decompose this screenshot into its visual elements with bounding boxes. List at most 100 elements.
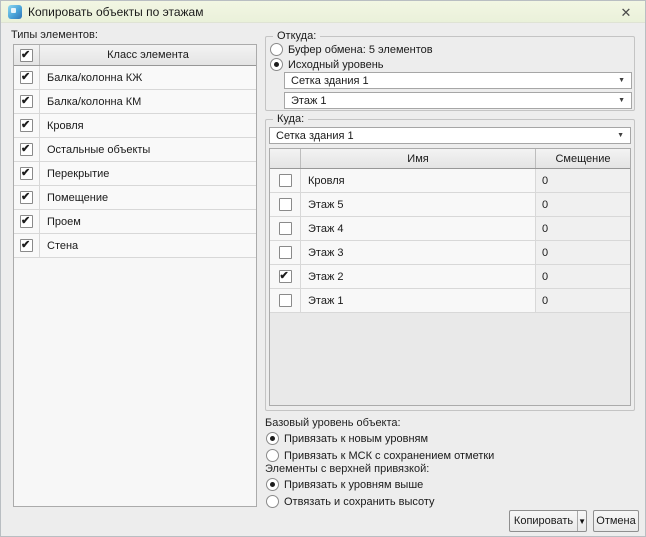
level-name: Этаж 1 <box>301 289 536 312</box>
element-type-label: Перекрытие <box>47 167 110 180</box>
class-column-header: Класс элемента <box>107 49 189 61</box>
element-type-row[interactable]: Стена <box>14 234 256 258</box>
row-checkbox[interactable] <box>270 265 301 288</box>
checkbox-icon <box>20 118 33 132</box>
row-checkbox[interactable] <box>14 210 40 233</box>
from-group-label: Откуда: <box>273 30 321 42</box>
element-type-row[interactable]: Перекрытие <box>14 162 256 186</box>
row-checkbox[interactable] <box>14 66 40 89</box>
row-checkbox[interactable] <box>14 234 40 257</box>
row-checkbox[interactable] <box>270 289 301 312</box>
chevron-down-icon: ▼ <box>617 132 624 139</box>
checkbox-icon <box>278 269 292 283</box>
checkbox-icon <box>20 214 33 228</box>
to-group: Куда: Сетка здания 1 ▼ Имя Смещение Кров… <box>265 113 635 411</box>
copy-button-label: Копировать <box>513 515 574 527</box>
radio-icon <box>270 58 283 71</box>
element-type-label: Балка/колонна КМ <box>47 95 142 108</box>
checkbox-icon <box>20 48 33 62</box>
table-empty-area <box>270 313 630 405</box>
element-type-label: Остальные объекты <box>47 143 151 156</box>
element-types-label: Типы элементов: <box>11 29 98 41</box>
row-checkbox[interactable] <box>14 90 40 113</box>
element-types-table-header: Класс элемента <box>14 45 256 66</box>
checkbox-icon <box>20 166 33 180</box>
target-level-row[interactable]: Этаж 5 0 <box>270 193 630 217</box>
level-name: Этаж 4 <box>301 217 536 240</box>
checkbox-column-header <box>270 149 301 168</box>
level-offset[interactable]: 0 <box>536 217 630 240</box>
close-button[interactable]: ✕ <box>607 1 645 23</box>
level-name: Этаж 5 <box>301 193 536 216</box>
element-type-row[interactable]: Балка/колонна КЖ <box>14 66 256 90</box>
source-grid-value: Сетка здания 1 <box>291 74 369 87</box>
title-bar: Копировать объекты по этажам ✕ <box>1 1 645 23</box>
level-offset[interactable]: 0 <box>536 169 630 192</box>
radio-unbind-keep-height[interactable]: Отвязать и сохранить высоту <box>266 494 435 509</box>
cancel-button-label: Отмена <box>596 515 636 527</box>
source-grid-select[interactable]: Сетка здания 1 ▼ <box>284 72 632 89</box>
element-types-table: Класс элемента Балка/колонна КЖ Балка/ко… <box>13 44 257 507</box>
element-type-row[interactable]: Помещение <box>14 186 256 210</box>
radio-bind-new-levels[interactable]: Привязать к новым уровням <box>266 431 428 446</box>
level-name: Этаж 3 <box>301 241 536 264</box>
element-type-row[interactable]: Проем <box>14 210 256 234</box>
level-name: Этаж 2 <box>301 265 536 288</box>
target-levels-table-header: Имя Смещение <box>270 149 630 169</box>
radio-label: Привязать к МСК с сохранением отметки <box>284 449 495 462</box>
top-binding-label: Элементы с верхней привязкой: <box>265 463 430 475</box>
row-checkbox[interactable] <box>14 162 40 185</box>
from-group: Откуда: Буфер обмена: 5 элементов Исходн… <box>265 30 635 111</box>
name-column-header: Имя <box>301 149 536 168</box>
element-type-label: Балка/колонна КЖ <box>47 71 143 84</box>
row-checkbox[interactable] <box>270 193 301 216</box>
row-checkbox[interactable] <box>14 114 40 137</box>
radio-source-clipboard[interactable]: Буфер обмена: 5 элементов <box>270 42 433 57</box>
target-level-row[interactable]: Этаж 3 0 <box>270 241 630 265</box>
cancel-button[interactable]: Отмена <box>593 510 639 532</box>
level-offset[interactable]: 0 <box>536 241 630 264</box>
checkbox-icon <box>20 94 33 108</box>
radio-label: Привязать к новым уровням <box>284 432 429 445</box>
chevron-down-icon: ▼ <box>618 97 625 104</box>
radio-bind-msk[interactable]: Привязать к МСК с сохранением отметки <box>266 448 494 463</box>
element-type-row[interactable]: Остальные объекты <box>14 138 256 162</box>
source-level-value: Этаж 1 <box>291 94 327 107</box>
element-type-label: Проем <box>47 215 81 228</box>
copy-button[interactable]: Копировать ▼ <box>509 510 587 532</box>
target-level-row[interactable]: Кровля 0 <box>270 169 630 193</box>
target-level-row[interactable]: Этаж 2 0 <box>270 265 630 289</box>
offset-column-header: Смещение <box>555 152 611 165</box>
level-offset[interactable]: 0 <box>536 265 630 288</box>
element-type-row[interactable]: Кровля <box>14 114 256 138</box>
radio-label: Исходный уровень <box>288 58 384 71</box>
checkbox-icon <box>20 70 33 84</box>
row-checkbox[interactable] <box>14 186 40 209</box>
element-type-label: Стена <box>47 239 79 252</box>
element-type-label: Кровля <box>47 119 84 132</box>
target-level-row[interactable]: Этаж 4 0 <box>270 217 630 241</box>
copy-dropdown-button[interactable]: ▼ <box>577 511 586 531</box>
radio-source-level[interactable]: Исходный уровень <box>270 57 384 72</box>
row-checkbox[interactable] <box>270 169 301 192</box>
row-checkbox[interactable] <box>270 217 301 240</box>
radio-label: Привязать к уровням выше <box>284 478 424 491</box>
target-levels-table: Имя Смещение Кровля 0 Этаж 5 0 Этаж 4 0 … <box>269 148 631 406</box>
target-level-row[interactable]: Этаж 1 0 <box>270 289 630 313</box>
row-checkbox[interactable] <box>14 138 40 161</box>
row-checkbox[interactable] <box>270 241 301 264</box>
radio-label: Отвязать и сохранить высоту <box>284 495 435 508</box>
source-level-select[interactable]: Этаж 1 ▼ <box>284 92 632 109</box>
checkbox-icon <box>278 294 292 307</box>
radio-icon <box>266 478 279 491</box>
radio-bind-levels-above[interactable]: Привязать к уровням выше <box>266 477 423 492</box>
element-type-row[interactable]: Балка/колонна КМ <box>14 90 256 114</box>
select-all-checkbox[interactable] <box>14 45 40 65</box>
to-group-label: Куда: <box>273 113 309 125</box>
app-icon <box>8 4 22 19</box>
level-offset[interactable]: 0 <box>536 193 630 216</box>
target-grid-select[interactable]: Сетка здания 1 ▼ <box>269 127 631 144</box>
element-type-label: Помещение <box>47 191 109 204</box>
radio-icon <box>266 432 279 445</box>
level-offset[interactable]: 0 <box>536 289 630 312</box>
